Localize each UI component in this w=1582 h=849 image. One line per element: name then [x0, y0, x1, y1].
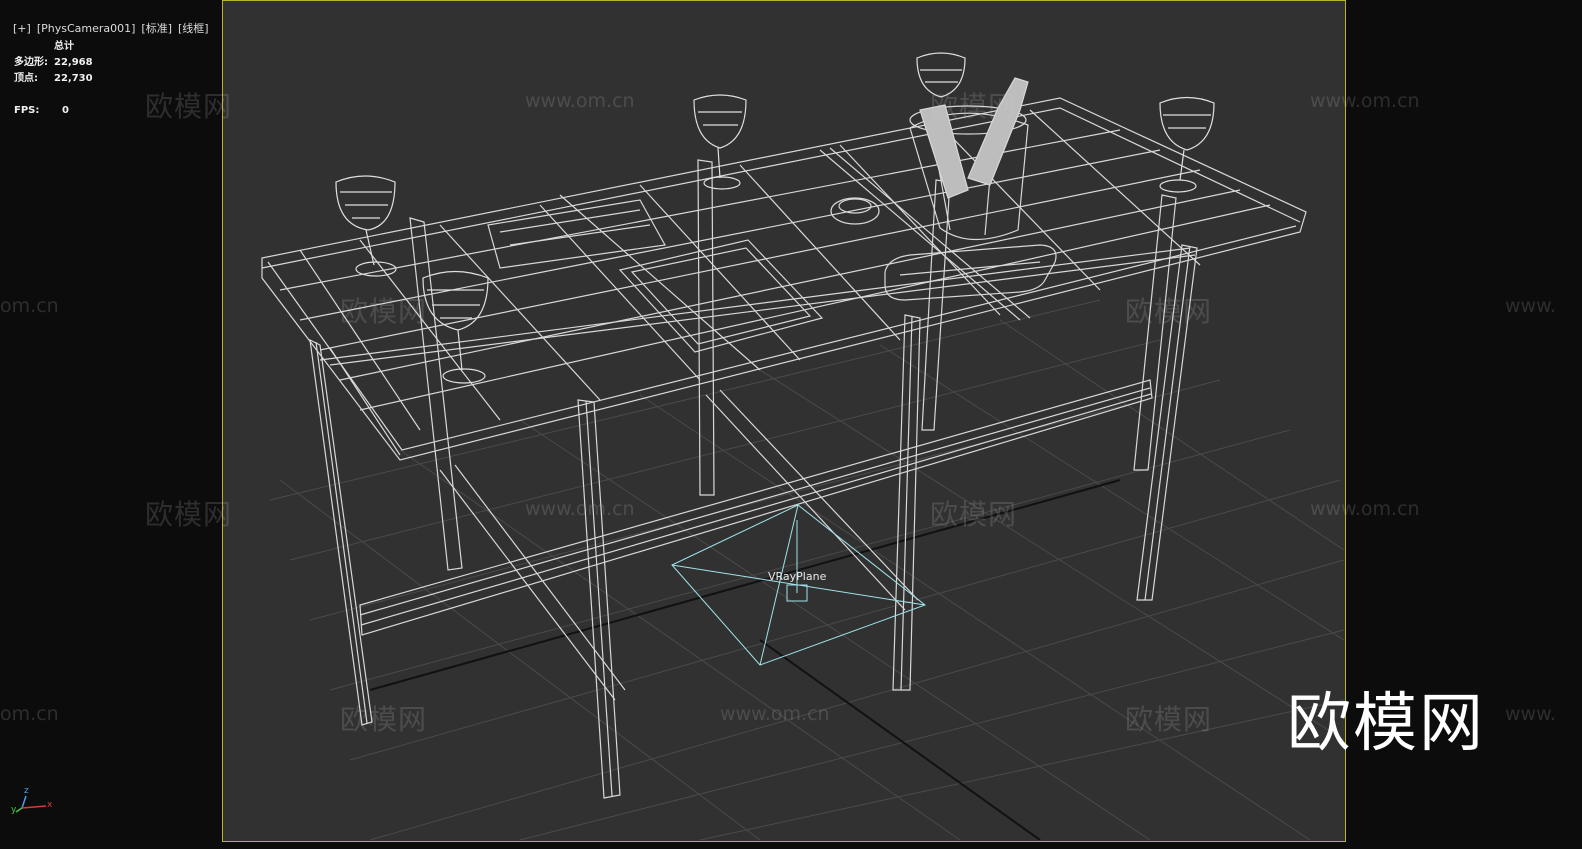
- vray-plane-label: VRayPlane: [768, 570, 827, 583]
- watermark-url: www.om.cn: [720, 703, 830, 725]
- wine-glass-3[interactable]: [693, 94, 747, 190]
- gizmo-y-label: y: [11, 805, 17, 815]
- ground-axis: [369, 479, 1121, 840]
- table-wireframe[interactable]: [261, 77, 1307, 799]
- watermark-url: om.cn: [0, 295, 59, 317]
- watermark-url: www.om.cn: [525, 498, 635, 520]
- watermark-url: www.om.cn: [1310, 90, 1420, 112]
- watermark-url: www.: [1505, 295, 1556, 317]
- watermark-url: www.: [1505, 703, 1556, 725]
- site-logo: 欧模网: [1287, 687, 1485, 761]
- watermark-cn: 欧模网: [340, 295, 428, 328]
- watermark-cn: 欧模网: [145, 498, 233, 531]
- watermark-url: om.cn: [0, 703, 59, 725]
- watermark-url: www.om.cn: [1310, 498, 1420, 520]
- wine-glass-1[interactable]: [335, 175, 397, 277]
- watermark-cn: 欧模网: [1125, 703, 1213, 736]
- watermark-cn: 欧模网: [1125, 295, 1213, 328]
- watermark-cn: 欧模网: [340, 703, 428, 736]
- watermark-cn: 欧模网: [930, 498, 1018, 531]
- watermark-cn: 欧模网: [930, 90, 1018, 123]
- watermark-cn: 欧模网: [145, 90, 233, 123]
- vray-plane-light[interactable]: [671, 504, 927, 666]
- gizmo-z-label: z: [24, 786, 29, 796]
- watermark-url: www.om.cn: [525, 90, 635, 112]
- gizmo-x-label: x: [47, 800, 53, 810]
- axis-gizmo: [15, 795, 47, 813]
